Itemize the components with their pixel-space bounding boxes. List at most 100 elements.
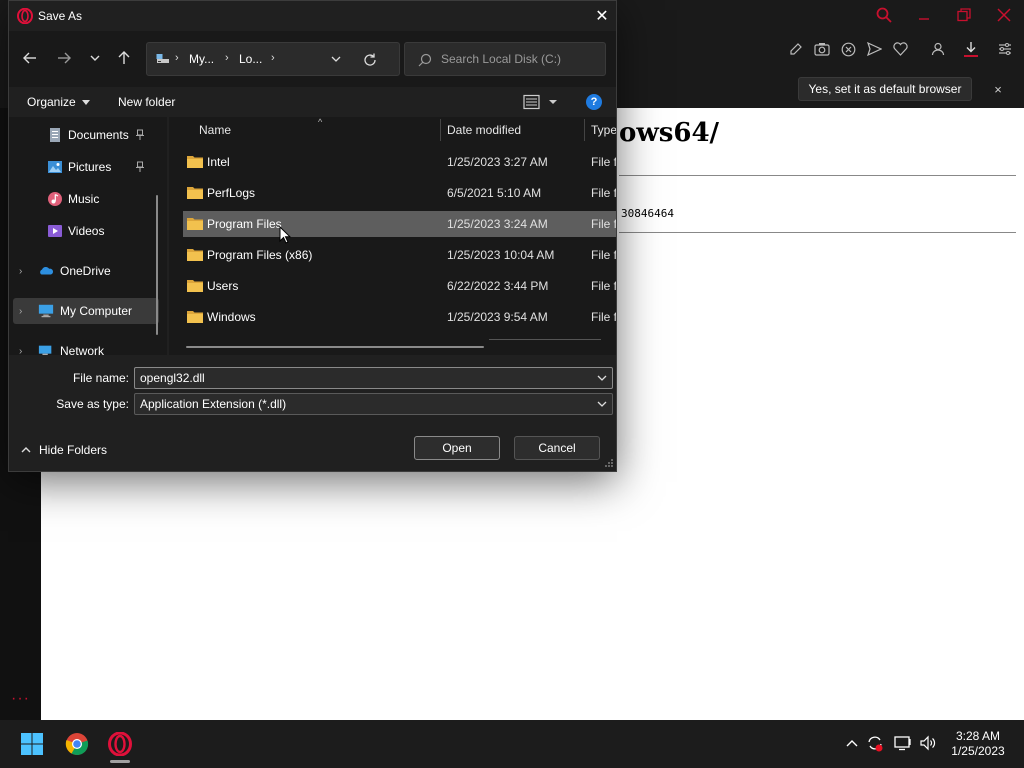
close-icon[interactable] xyxy=(994,5,1014,25)
file-row-users[interactable]: Users 6/22/2022 3:44 PM File fo xyxy=(183,273,616,299)
file-row-perflogs[interactable]: PerfLogs 6/5/2021 5:10 AM File fo xyxy=(183,180,616,206)
nav-item-label: Pictures xyxy=(68,160,112,174)
breadcrumb-separator: › xyxy=(175,52,179,64)
horizontal-scrollbar[interactable] xyxy=(186,346,484,348)
file-row-program-files[interactable]: Program Files 1/25/2023 3:24 AM File fo xyxy=(183,211,616,237)
help-icon[interactable]: ? xyxy=(586,94,602,110)
videos-icon xyxy=(48,225,62,237)
save-as-type-select[interactable]: Application Extension (*.dll) xyxy=(134,393,613,415)
pictures-icon xyxy=(48,161,62,173)
nav-item-pictures[interactable]: Pictures xyxy=(9,154,167,180)
back-icon[interactable] xyxy=(19,47,41,69)
sync-icon[interactable] xyxy=(866,734,884,752)
windows-start-icon[interactable] xyxy=(17,729,47,759)
nav-item-label: OneDrive xyxy=(60,264,111,278)
address-bar[interactable]: › My... › Lo... › xyxy=(146,42,400,76)
up-icon[interactable] xyxy=(113,47,135,69)
open-button[interactable]: Open xyxy=(414,436,500,460)
volume-icon[interactable] xyxy=(919,734,937,752)
resize-grip-icon[interactable] xyxy=(605,459,613,467)
save-as-type-value: Application Extension (*.dll) xyxy=(140,397,287,411)
view-list-icon[interactable] xyxy=(523,94,559,110)
history-down-icon[interactable] xyxy=(84,47,106,69)
chevron-down-icon[interactable] xyxy=(597,374,607,382)
mouse-cursor-icon xyxy=(279,226,291,244)
new-folder-button[interactable]: New folder xyxy=(118,95,175,109)
file-name: Intel xyxy=(207,155,230,169)
nav-item-network[interactable]: › Network xyxy=(9,338,167,355)
column-header-name[interactable]: Name xyxy=(199,117,439,143)
file-name: Program Files (x86) xyxy=(207,248,313,262)
organize-button[interactable]: Organize xyxy=(27,95,90,109)
organize-label: Organize xyxy=(27,95,76,109)
address-history-dropdown-icon[interactable] xyxy=(330,53,342,65)
opera-logo-icon xyxy=(17,7,33,25)
nav-item-music[interactable]: Music xyxy=(9,186,167,212)
breadcrumb-separator: › xyxy=(225,52,229,64)
forward-icon[interactable] xyxy=(53,47,75,69)
infobar-close-icon[interactable]: × xyxy=(990,81,1006,97)
hide-folders-button[interactable]: Hide Folders xyxy=(21,443,107,457)
column-divider[interactable] xyxy=(584,119,585,141)
expand-chevron-icon[interactable]: › xyxy=(19,306,29,317)
chrome-icon[interactable] xyxy=(62,729,92,759)
breadcrumb-local-disk[interactable]: Lo... xyxy=(239,52,262,66)
set-default-browser-button[interactable]: Yes, set it as default browser xyxy=(798,77,972,101)
settings-icon[interactable] xyxy=(996,40,1014,58)
dialog-close-button[interactable]: ✕ xyxy=(593,7,611,25)
chevron-down-icon[interactable] xyxy=(597,400,607,408)
windows-taskbar: 3:28 AM 1/25/2023 xyxy=(0,720,1024,768)
system-clock[interactable]: 3:28 AM 1/25/2023 xyxy=(944,729,1012,759)
search-box[interactable] xyxy=(404,42,606,76)
expand-chevron-icon[interactable]: › xyxy=(19,346,29,355)
expand-chevron-icon[interactable]: › xyxy=(19,266,29,277)
file-row-program-files-x86[interactable]: Program Files (x86) 1/25/2023 10:04 AM F… xyxy=(183,242,616,268)
minimize-icon[interactable] xyxy=(914,5,934,25)
breadcrumb-my-computer[interactable]: My... xyxy=(189,52,214,66)
file-date: 1/25/2023 3:27 AM xyxy=(447,155,548,169)
breadcrumb-separator[interactable]: › xyxy=(271,52,275,64)
file-row-intel[interactable]: Intel 1/25/2023 3:27 AM File fo xyxy=(183,149,616,175)
documents-icon xyxy=(50,128,60,142)
opera-logo-icon[interactable] xyxy=(105,729,135,759)
folder-icon xyxy=(187,187,203,199)
refresh-icon[interactable] xyxy=(362,52,378,68)
file-type: File fo xyxy=(591,186,616,200)
nav-item-onedrive[interactable]: › OneDrive xyxy=(9,258,167,284)
file-row-windows[interactable]: Windows 1/25/2023 9:54 AM File fo xyxy=(183,304,616,330)
file-name: Windows xyxy=(207,310,256,324)
cancel-button[interactable]: Cancel xyxy=(514,436,600,460)
music-icon xyxy=(48,192,62,206)
dialog-titlebar[interactable]: Save As ✕ xyxy=(9,1,616,31)
file-type: File fo xyxy=(591,155,616,169)
send-icon[interactable] xyxy=(865,40,883,58)
file-date: 6/22/2022 3:44 PM xyxy=(447,279,549,293)
nav-item-my-computer[interactable]: › My Computer xyxy=(13,298,159,324)
column-header-type[interactable]: Type xyxy=(591,117,616,143)
network-icon xyxy=(38,345,52,355)
tracker-blocker-icon[interactable] xyxy=(839,40,857,58)
search-icon[interactable] xyxy=(874,5,894,25)
search-input[interactable] xyxy=(441,50,601,68)
nav-item-videos[interactable]: Videos xyxy=(9,218,167,244)
snapshot-icon[interactable] xyxy=(813,40,831,58)
sidebar-more-icon[interactable]: ··· xyxy=(11,691,31,707)
horizontal-scroll-track xyxy=(489,339,601,340)
display-icon[interactable] xyxy=(894,734,912,752)
heart-icon[interactable] xyxy=(891,40,909,58)
file-name-field[interactable]: opengl32.dll xyxy=(134,367,613,389)
download-icon[interactable] xyxy=(962,40,980,58)
chevron-up-icon[interactable] xyxy=(843,734,861,752)
save-as-dialog: Save As ✕ › My... › Lo... › Search Local… xyxy=(8,0,617,472)
profile-icon[interactable] xyxy=(929,40,947,58)
restore-icon[interactable] xyxy=(954,5,974,25)
file-name-label: File name: xyxy=(72,371,129,385)
file-type: File fo xyxy=(591,248,616,262)
column-header-date-modified[interactable]: Date modified xyxy=(447,117,583,143)
easy-setup-icon[interactable] xyxy=(787,40,805,58)
save-as-type-label: Save as type: xyxy=(56,397,129,411)
column-divider[interactable] xyxy=(440,119,441,141)
navigation-pane-scrollbar[interactable] xyxy=(156,195,158,335)
folder-icon xyxy=(187,156,203,168)
nav-item-documents[interactable]: Documents xyxy=(9,122,167,148)
